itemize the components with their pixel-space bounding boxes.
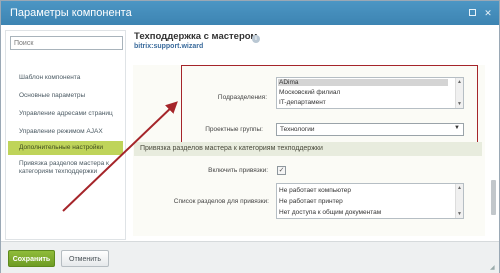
resize-handle-icon[interactable]: ◢ (490, 264, 495, 271)
component-settings-dialog: Параметры компонента ✕ Шаблон компонента… (0, 0, 500, 273)
cancel-button[interactable]: Отменить (61, 250, 109, 267)
annotation-arrow (62, 101, 178, 212)
save-button[interactable]: Сохранить (8, 250, 55, 267)
